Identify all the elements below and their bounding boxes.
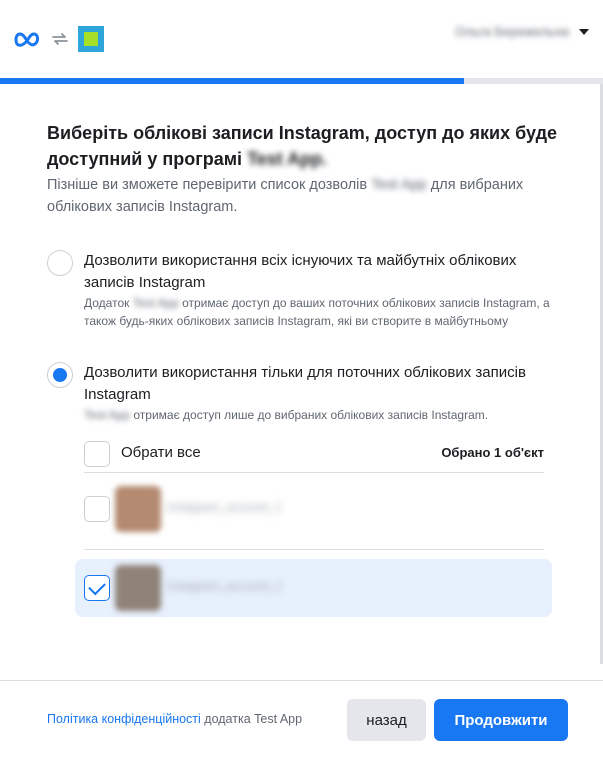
selected-count: Обрано 1 об'єкт [441, 445, 544, 460]
select-all-checkbox[interactable] [84, 441, 110, 467]
footer: Політика конфіденційності додатка Test A… [0, 681, 603, 759]
progress-bar [0, 78, 603, 84]
progress-fill [0, 78, 465, 84]
sync-arrows-icon [52, 33, 68, 45]
account-name: instagram_account_2 [167, 579, 282, 593]
select-all-label: Обрати все [121, 444, 201, 461]
top-bar: Ольга Бережельна [0, 0, 603, 78]
account-checkbox[interactable] [84, 575, 110, 601]
privacy-policy-link[interactable]: Політика конфіденційності [47, 712, 201, 726]
radio-current-accounts[interactable] [47, 362, 73, 388]
subtitle-app-name: Test App [371, 177, 427, 193]
radio-all-accounts[interactable] [47, 250, 73, 276]
meta-logo-icon [14, 32, 39, 47]
option-current-accounts-text: Дозволити використання тільки для поточн… [84, 362, 557, 424]
app-icon [78, 26, 104, 52]
option-current-accounts[interactable]: Дозволити використання тільки для поточн… [47, 362, 557, 424]
main-content: Виберіть облікові записи Instagram, дост… [47, 120, 557, 218]
option-desc-prefix: Додаток [84, 296, 130, 310]
account-name: Ольга Бережельна [455, 24, 569, 39]
page-subtitle: Пізніше ви зможете перевірити список доз… [47, 174, 557, 218]
option-current-accounts-label: Дозволити використання тільки для поточн… [84, 364, 526, 403]
avatar [115, 565, 161, 611]
policy-text: Політика конфіденційності додатка Test A… [47, 712, 302, 726]
page-title-app-name: Test App. [247, 149, 328, 169]
select-all-row[interactable]: Обрати все Обрано 1 об'єкт [84, 439, 544, 471]
account-row[interactable]: instagram_account_1 [75, 480, 552, 538]
option-all-accounts-text: Дозволити використання всіх існуючих та … [84, 250, 557, 330]
policy-suffix: додатка Test App [204, 712, 303, 726]
account-switcher[interactable]: Ольга Бережельна [455, 24, 589, 39]
page-title: Виберіть облікові записи Instagram, дост… [47, 120, 557, 172]
avatar [115, 486, 161, 532]
caret-down-icon [579, 28, 589, 35]
option-desc-app-name: Test App [84, 408, 131, 422]
check-icon [88, 577, 106, 596]
account-checkbox[interactable] [84, 496, 110, 522]
option-all-accounts-desc: Додаток Test App отримає доступ до ваших… [84, 294, 557, 330]
logo-group [14, 26, 104, 52]
continue-button[interactable]: Продовжити [434, 699, 568, 741]
option-all-accounts-label: Дозволити використання всіх існуючих та … [84, 252, 517, 291]
subtitle-text-before: Пізніше ви зможете перевірити список доз… [47, 177, 368, 193]
account-row[interactable]: instagram_account_2 [75, 559, 552, 617]
option-desc-app-name: Test App [132, 296, 179, 310]
divider [84, 549, 544, 550]
account-name: instagram_account_1 [167, 500, 282, 514]
back-button[interactable]: назад [347, 699, 426, 741]
option-current-accounts-desc: Test App отримає доступ лише до вибраних… [84, 406, 557, 424]
option-all-accounts[interactable]: Дозволити використання всіх існуючих та … [47, 250, 557, 330]
option-desc-rest: отримає доступ лише до вибраних облікови… [133, 408, 489, 422]
divider [84, 472, 544, 473]
